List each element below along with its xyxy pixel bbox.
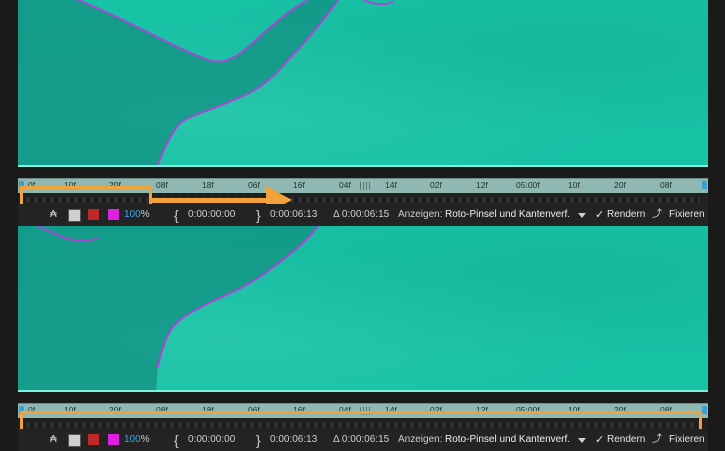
- tick-label: 14f: [385, 180, 397, 190]
- in-point-icon[interactable]: {: [174, 429, 179, 451]
- render-check-icon[interactable]: ✓: [595, 204, 604, 226]
- roto-controls-bar-top: ₳ 100% { 0:00:00:00 } 0:00:06:13 Δ 0:00:…: [18, 204, 708, 226]
- separator-line-bottom: [18, 390, 708, 392]
- view-label: Anzeigen:: [398, 209, 443, 220]
- arrow-shaft: [150, 198, 270, 203]
- alpha-channel-icon[interactable]: [68, 434, 81, 447]
- tick-label: 10f: [568, 180, 580, 190]
- tick-label: 04f: [339, 180, 351, 190]
- separator-line-top: [18, 165, 708, 167]
- composition-viewer-top[interactable]: [18, 0, 708, 165]
- overlay-color-icon[interactable]: [88, 434, 99, 445]
- tick-label: 05:00f: [516, 180, 540, 190]
- out-time[interactable]: 0:00:06:13: [270, 429, 317, 451]
- in-time[interactable]: 0:00:00:00: [188, 204, 235, 226]
- person-icon[interactable]: ₳: [50, 429, 57, 451]
- roto-shape-bottom: [18, 226, 319, 390]
- overlay-color-icon[interactable]: [88, 209, 99, 220]
- freeze-icon[interactable]: ⤴: [652, 204, 662, 226]
- duration: Δ 0:00:06:15: [333, 209, 390, 220]
- in-time[interactable]: 0:00:00:00: [188, 429, 235, 451]
- view-dropdown[interactable]: Roto-Pinsel und Kantenverf.: [445, 429, 570, 451]
- freeze-icon[interactable]: ⤴: [652, 429, 662, 451]
- in-point-icon[interactable]: {: [174, 204, 179, 226]
- roto-controls-bar-bottom: ₳ 100% { 0:00:00:00 } 0:00:06:13 Δ 0:00:…: [18, 429, 708, 451]
- render-toggle[interactable]: Rendern: [607, 429, 645, 451]
- tick-label: 08f: [660, 180, 672, 190]
- view-label: Anzeigen:: [398, 434, 443, 445]
- out-point-icon[interactable]: }: [256, 429, 261, 451]
- ruler-end-cap[interactable]: [702, 181, 707, 189]
- chevron-down-icon[interactable]: [578, 213, 586, 218]
- tick-label: 02f: [430, 180, 442, 190]
- mask-color-swatch[interactable]: [108, 209, 119, 220]
- freeze-button[interactable]: Fixieren: [669, 204, 705, 226]
- render-check-icon[interactable]: ✓: [595, 429, 604, 451]
- person-icon[interactable]: ₳: [50, 204, 57, 226]
- tick-label: 08f: [156, 180, 168, 190]
- mask-color-swatch[interactable]: [108, 434, 119, 445]
- view-dropdown[interactable]: Roto-Pinsel und Kantenverf.: [445, 204, 570, 226]
- ruler-current-time-marker: [360, 182, 370, 190]
- zoom-percent[interactable]: 100%: [124, 204, 150, 226]
- zoom-percent[interactable]: 100%: [124, 429, 150, 451]
- duration: Δ 0:00:06:15: [333, 434, 390, 445]
- alpha-channel-icon[interactable]: [68, 209, 81, 222]
- ruler-end-cap[interactable]: [702, 406, 707, 414]
- out-time[interactable]: 0:00:06:13: [270, 204, 317, 226]
- tick-label: 12f: [476, 180, 488, 190]
- freeze-button[interactable]: Fixieren: [669, 429, 705, 451]
- render-toggle[interactable]: Rendern: [607, 204, 645, 226]
- out-point-icon[interactable]: }: [256, 204, 261, 226]
- tick-label: 16f: [293, 180, 305, 190]
- chevron-down-icon[interactable]: [578, 438, 586, 443]
- composition-viewer-bottom[interactable]: [18, 226, 708, 390]
- tick-label: 18f: [202, 180, 214, 190]
- tick-label: 20f: [614, 180, 626, 190]
- tick-label: 06f: [248, 180, 260, 190]
- roto-shape-top: [18, 0, 394, 165]
